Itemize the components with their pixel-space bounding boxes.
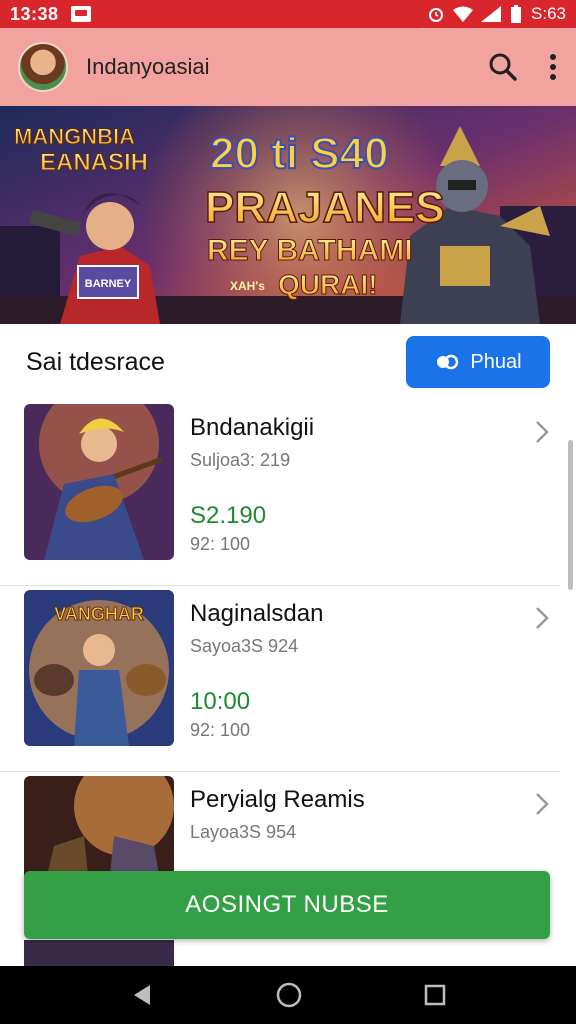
item-meta: 92: 100	[190, 534, 251, 554]
alarm-icon	[429, 8, 444, 22]
item-title: Peryialg Reamis	[190, 786, 365, 813]
banner-headline-3: REY BATHAMI	[207, 234, 413, 267]
app-actions	[488, 52, 558, 82]
banner-headline-4: QURAI!	[278, 269, 378, 300]
banner-sign-text: BARNEY	[85, 278, 132, 290]
recents-icon[interactable]	[424, 984, 446, 1006]
home-icon[interactable]	[275, 981, 303, 1009]
list-item[interactable]: Bndanakigii Suljoa3: 219 S2.190 92: 100	[0, 400, 560, 586]
banner-small-tag: XAH's	[230, 279, 265, 293]
next-item-peek	[24, 940, 174, 966]
banner-headline-1: 20 ti S40	[210, 129, 389, 178]
notification-icon	[70, 6, 91, 22]
item-thumbnail	[24, 404, 174, 560]
wifi-icon	[453, 6, 474, 22]
signal-icon	[481, 6, 502, 22]
app-title: Indanyoasiai	[86, 54, 210, 79]
user-avatar[interactable]	[18, 42, 68, 92]
battery-text: S:63	[531, 4, 566, 23]
item-title: Bndanakigii	[190, 414, 315, 441]
promo-banner[interactable]: BARNEY MANGNBIA EANASIH 20 ti S40 PRAJAN…	[0, 106, 576, 324]
list-item[interactable]: VANGHAR Naginalsdan Sayoa3S 924 10:00 92…	[0, 586, 560, 772]
item-price: 10:00	[190, 688, 251, 715]
banner-headline-2: PRAJANES	[205, 183, 445, 232]
item-price: S2.190	[190, 502, 267, 529]
chevron-right-icon	[536, 421, 549, 443]
thumb-title-text: VANGHAR	[54, 604, 144, 624]
banner-top-left-line1: MANGNBIA	[14, 124, 135, 149]
scrollbar[interactable]	[568, 440, 573, 590]
item-subtitle: Suljoa3: 219	[190, 450, 291, 470]
section-header: Sai tdesrace Phual	[0, 324, 576, 400]
bottom-cta-button[interactable]: AOSINGT NUBSE	[24, 871, 550, 939]
banner-top-left-line2: EANASIH	[40, 149, 148, 176]
item-title: Naginalsdan	[190, 600, 324, 627]
more-vert-icon[interactable]	[548, 52, 558, 82]
system-nav-bar	[0, 966, 576, 1024]
section-title: Sai tdesrace	[26, 347, 165, 376]
item-subtitle: Sayoa3S 924	[190, 636, 299, 656]
back-icon[interactable]	[130, 983, 154, 1007]
item-subtitle: Layoa3S 954	[190, 822, 297, 842]
sync-icon	[437, 354, 459, 370]
battery-icon	[511, 5, 522, 23]
primary-action-button[interactable]: Phual	[406, 336, 550, 388]
item-meta: 92: 100	[190, 720, 251, 740]
search-icon[interactable]	[488, 52, 518, 82]
primary-action-label: Phual	[470, 350, 522, 373]
chevron-right-icon	[536, 607, 549, 629]
chevron-right-icon	[536, 793, 549, 815]
status-bar: 13:38 S:63	[0, 0, 576, 28]
item-thumbnail: VANGHAR	[24, 590, 174, 746]
status-time: 13:38	[10, 3, 59, 24]
app-bar: Indanyoasiai	[0, 28, 576, 106]
status-icons: S:63	[427, 4, 566, 24]
